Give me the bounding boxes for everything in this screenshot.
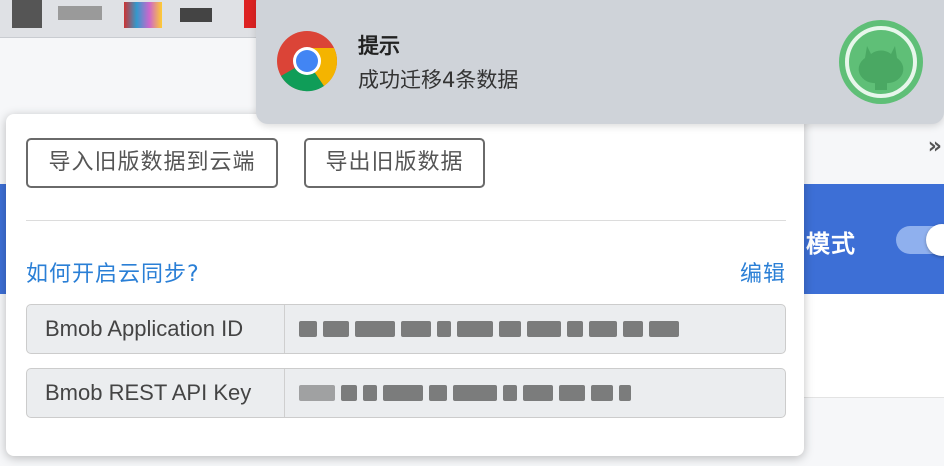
content-card <box>800 294 944 398</box>
redacted-value <box>299 318 755 340</box>
edit-link[interactable]: 编辑 <box>740 256 786 288</box>
redacted-value <box>299 382 755 404</box>
mode-label: 模式 <box>806 230 856 258</box>
import-legacy-data-button[interactable]: 导入旧版数据到云端 <box>26 138 278 188</box>
github-octocat-icon <box>839 20 923 104</box>
cloud-sync-help-link[interactable]: 如何开启云同步? <box>26 256 200 288</box>
export-legacy-data-button[interactable]: 导出旧版数据 <box>304 138 485 188</box>
chrome-icon <box>277 31 338 92</box>
application-id-input[interactable] <box>285 305 785 353</box>
overflow-chevron-icon[interactable]: » <box>928 134 942 159</box>
notification-toast[interactable]: 提示 成功迁移4条数据 <box>256 0 944 124</box>
divider <box>26 220 786 221</box>
application-id-label: Bmob Application ID <box>27 305 285 353</box>
extension-icon-blurred[interactable] <box>12 0 42 28</box>
extension-icon-blurred[interactable] <box>58 6 102 20</box>
extension-icon-blurred[interactable] <box>180 8 212 22</box>
extension-icon-blurred[interactable] <box>124 2 162 28</box>
notification-title: 提示 <box>358 34 400 58</box>
notification-message: 成功迁移4条数据 <box>358 68 519 92</box>
rest-api-key-label: Bmob REST API Key <box>27 369 285 417</box>
sync-settings-popup: 导入旧版数据到云端 导出旧版数据 如何开启云同步? 编辑 Bmob Applic… <box>6 114 804 456</box>
rest-api-key-field: Bmob REST API Key <box>26 368 786 418</box>
rest-api-key-input[interactable] <box>285 369 785 417</box>
application-id-field: Bmob Application ID <box>26 304 786 354</box>
